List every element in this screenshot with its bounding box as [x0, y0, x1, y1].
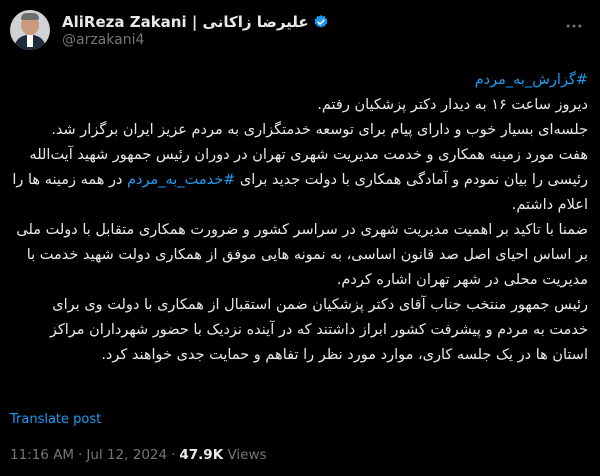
author-handle[interactable]: @arzakani4 [62, 32, 144, 48]
tweet-paragraph: رئیس جمهور منتخب جناب آقای دکتر پزشکیان … [49, 297, 588, 363]
translate-post-link[interactable]: Translate post [10, 412, 101, 427]
verified-badge-icon [314, 15, 327, 28]
tweet-paragraph: جلسه‌ای بسیار خوب و دارای پیام برای توسع… [51, 122, 588, 138]
views-label: Views [227, 447, 267, 463]
hashtag-link[interactable]: #گزارش_به_مردم [475, 72, 588, 88]
post-time[interactable]: 11:16 AM [10, 447, 74, 463]
views-count: 47.9K [179, 447, 224, 463]
tweet-meta: 11:16 AM · Jul 12, 2024 · 47.9K Views [10, 447, 267, 463]
author-display-name[interactable]: AliReza Zakani | علیرضا زاکانی [62, 13, 309, 31]
avatar[interactable] [10, 10, 50, 50]
author-name-row[interactable]: AliReza Zakani | علیرضا زاکانی [62, 12, 329, 32]
more-options-icon[interactable] [564, 16, 584, 36]
tweet-paragraph: دیروز ساعت ۱۶ به دیدار دکتر پزشکیان رفتم… [317, 97, 588, 113]
tweet-paragraph: هفت مورد زمینه همکاری و خدمت مدیریت شهری… [12, 147, 588, 213]
post-date[interactable]: Jul 12, 2024 [86, 447, 167, 463]
tweet-text: #گزارش_به_مردم دیروز ساعت ۱۶ به دیدار دک… [10, 68, 588, 368]
tweet-paragraph: ضمنا با تاکید بر اهمیت مدیریت شهری در سر… [16, 222, 588, 288]
tweet-header: AliReza Zakani | علیرضا زاکانی @arzakani… [10, 10, 590, 50]
hashtag-link[interactable]: #خدمت_به_مردم [127, 172, 235, 188]
